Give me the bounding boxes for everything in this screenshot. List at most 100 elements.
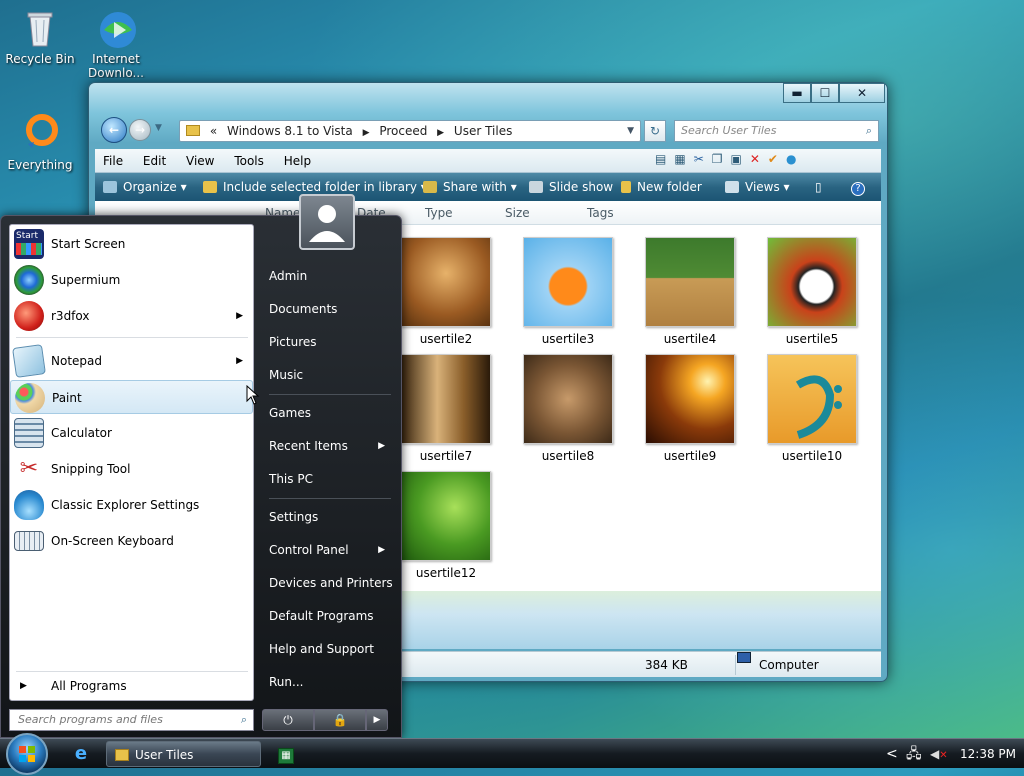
places-recent-items[interactable]: Recent Items ▶ (259, 431, 397, 461)
tray-expand-icon[interactable]: < (886, 741, 898, 767)
file-tile[interactable]: usertile8 (522, 354, 614, 463)
all-programs[interactable]: ▶ All Programs (10, 671, 253, 701)
program-start-screen[interactable]: Start Start Screen (10, 227, 253, 261)
folder-icon (115, 749, 129, 761)
download-manager-icon (96, 8, 136, 48)
program-label: Supermium (51, 273, 121, 287)
excel-icon[interactable]: ▦ (278, 741, 298, 767)
submenu-arrow-icon: ▶ (236, 356, 243, 366)
network-icon[interactable]: 🖧 (906, 741, 922, 767)
volume-muted-icon[interactable]: ◀✕ (930, 741, 948, 767)
places-control-panel[interactable]: Control Panel ▶ (259, 535, 397, 565)
address-dropdown-icon[interactable]: ▼ (627, 121, 634, 141)
desktop-icon-everything[interactable]: Everything (0, 114, 80, 172)
file-tile[interactable]: usertile4 (644, 237, 736, 346)
slide-show-button[interactable]: Slide show (529, 173, 613, 201)
paste-icon[interactable]: ▣ (731, 152, 750, 166)
program-r3dfox[interactable]: r3dfox ▶ (10, 299, 253, 333)
file-tile[interactable]: usertile2 (400, 237, 492, 346)
command-bar: Organize ▾ Include selected folder in li… (95, 173, 881, 201)
desktop-icon-internet-download[interactable]: Internet Downlo... (76, 8, 156, 78)
menu-tools[interactable]: Tools (226, 149, 272, 173)
breadcrumb-user-tiles[interactable]: User Tiles (454, 124, 512, 138)
menu-view[interactable]: View (178, 149, 222, 173)
places-settings[interactable]: Settings (259, 502, 397, 532)
forward-button[interactable]: → (129, 119, 151, 141)
search-icon[interactable]: ⌕ (866, 121, 872, 141)
start-orb-button[interactable] (6, 733, 48, 775)
program-snipping-tool[interactable]: ✂ Snipping Tool (10, 452, 253, 486)
program-classic-explorer-settings[interactable]: Classic Explorer Settings (10, 488, 253, 522)
share-with-button[interactable]: Share with ▾ (423, 173, 517, 201)
maximize-button[interactable]: ☐ (811, 83, 839, 103)
robot-thumbnail (401, 237, 491, 327)
program-calculator[interactable]: Calculator (10, 416, 253, 450)
preview-pane-icon[interactable]: ▯ (815, 173, 822, 201)
menu-help[interactable]: Help (276, 149, 319, 173)
places-help-support[interactable]: Help and Support (259, 634, 397, 664)
places-music[interactable]: Music (259, 360, 397, 390)
breadcrumb-proceed[interactable]: Proceed (379, 124, 427, 138)
delete-icon[interactable]: ✕ (750, 152, 768, 166)
copy-icon[interactable]: ❐ (712, 152, 731, 166)
file-tile[interactable]: usertile12 (400, 471, 492, 580)
program-label: Start Screen (51, 237, 126, 251)
places-admin[interactable]: Admin (259, 261, 397, 291)
file-tile[interactable]: usertile9 (644, 354, 736, 463)
column-type[interactable]: Type (425, 201, 453, 225)
places-run[interactable]: Run... (259, 667, 397, 697)
folder-icon (186, 125, 200, 136)
cut-icon[interactable]: ✂ (694, 152, 712, 166)
program-supermium[interactable]: Supermium (10, 263, 253, 297)
sync-icon[interactable]: ● (786, 152, 804, 166)
menu-edit[interactable]: Edit (135, 149, 174, 173)
help-icon[interactable]: ? (851, 173, 865, 201)
internet-explorer-icon[interactable]: e (70, 741, 92, 767)
program-label: On-Screen Keyboard (51, 534, 174, 548)
program-notepad[interactable]: Notepad ▶ (10, 344, 253, 378)
new-folder-button[interactable]: New folder (621, 173, 702, 201)
places-documents[interactable]: Documents (259, 294, 397, 324)
close-button[interactable]: ✕ (839, 83, 885, 103)
program-on-screen-keyboard[interactable]: On-Screen Keyboard (10, 524, 253, 558)
column-tags[interactable]: Tags (587, 201, 614, 225)
layout-icon[interactable]: ▤ (655, 152, 674, 166)
program-paint[interactable]: Paint (10, 380, 253, 414)
file-tile[interactable]: usertile7 (400, 354, 492, 463)
music-clef-thumbnail (767, 354, 857, 444)
check-icon[interactable]: ✔ (768, 152, 786, 166)
keyboard-icon (14, 531, 44, 551)
places-this-pc[interactable]: This PC (259, 464, 397, 494)
file-tile[interactable]: usertile5 (766, 237, 858, 346)
recent-pages-dropdown[interactable]: ▼ (155, 123, 162, 133)
address-bar[interactable]: « Windows 8.1 to Vista ▶ Proceed ▶ User … (179, 120, 641, 142)
places-pictures[interactable]: Pictures (259, 327, 397, 357)
mouse-cursor-icon (246, 385, 260, 405)
menu-file[interactable]: File (95, 149, 131, 173)
search-input[interactable]: Search User Tiles ⌕ (674, 120, 879, 142)
file-name: usertile7 (419, 449, 473, 463)
power-options-arrow[interactable]: ▶ (366, 709, 388, 731)
breadcrumb-windows[interactable]: Windows 8.1 to Vista (227, 124, 353, 138)
desktop-icon-recycle-bin[interactable]: Recycle Bin (0, 8, 80, 66)
minimize-button[interactable]: ▬ (783, 83, 811, 103)
properties-icon[interactable]: ▦ (674, 152, 693, 166)
clock[interactable]: 12:38 PM (960, 741, 1016, 767)
refresh-icon[interactable]: ↻ (644, 120, 666, 142)
taskbar-window-user-tiles[interactable]: User Tiles (106, 741, 261, 767)
search-icon[interactable]: ⌕ (241, 710, 247, 730)
places-devices-printers[interactable]: Devices and Printers (259, 568, 397, 598)
places-default-programs[interactable]: Default Programs (259, 601, 397, 631)
leaf-thumbnail (401, 471, 491, 561)
lock-button[interactable]: 🔒 (314, 709, 366, 731)
column-size[interactable]: Size (505, 201, 530, 225)
start-search-input[interactable]: Search programs and files ⌕ (9, 709, 254, 731)
shutdown-button[interactable]: ⏻ (262, 709, 314, 731)
file-tile[interactable]: usertile3 (522, 237, 614, 346)
places-games[interactable]: Games (259, 398, 397, 428)
address-overflow-chevron[interactable]: « (210, 124, 217, 138)
organize-button[interactable]: Organize ▾ (103, 173, 187, 201)
back-button[interactable]: ← (101, 117, 127, 143)
views-button[interactable]: Views ▾ (725, 173, 790, 201)
file-tile[interactable]: usertile10 (766, 354, 858, 463)
